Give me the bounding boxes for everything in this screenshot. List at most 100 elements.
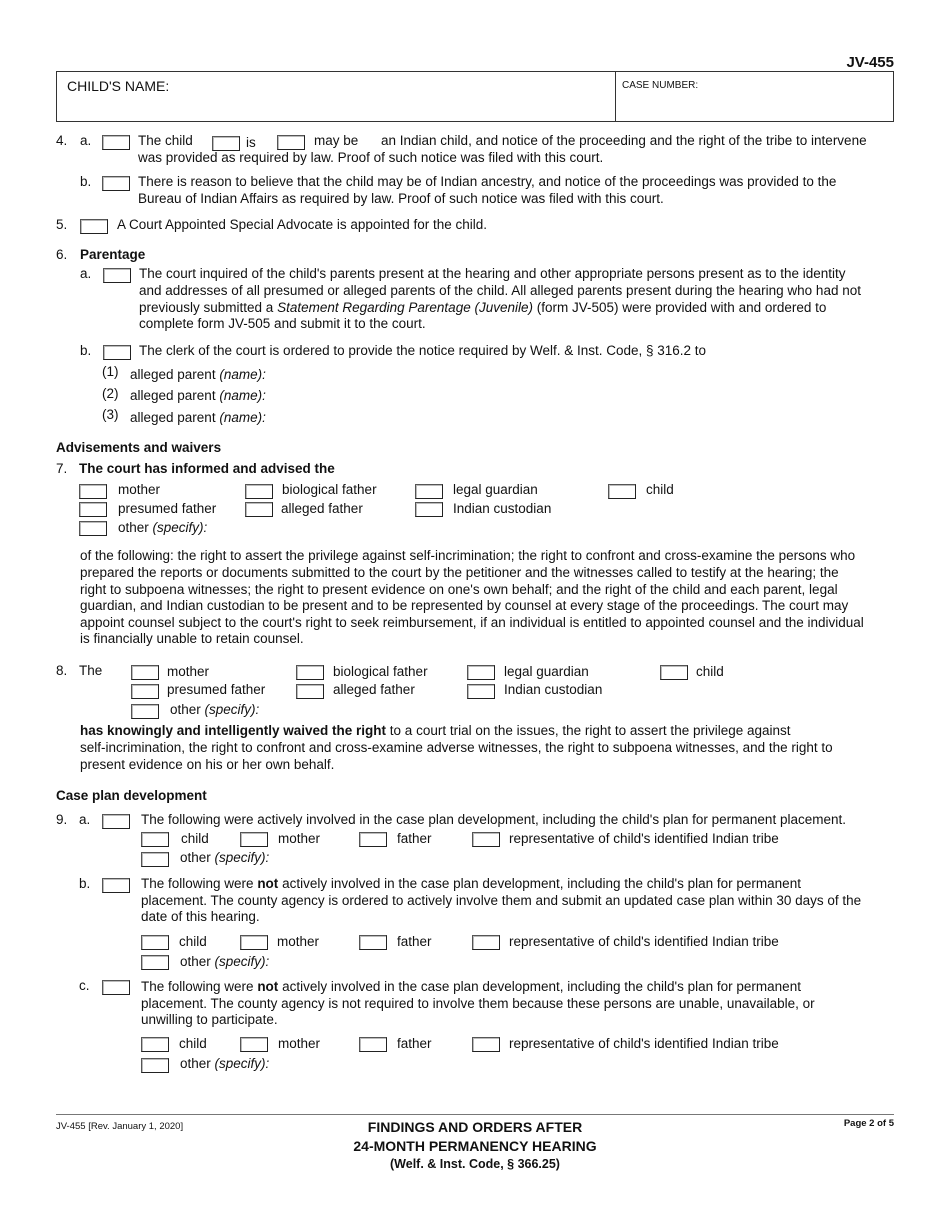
- item-8-number: 8.: [56, 663, 68, 678]
- item-9b-tribe-rep-checkbox[interactable]: [472, 935, 500, 950]
- item-8-alleged-father-checkbox[interactable]: [296, 684, 324, 699]
- other-hint: (specify):: [214, 954, 270, 969]
- item-9b-letter: b.: [79, 876, 91, 891]
- item-9a-father-label: father: [397, 831, 432, 846]
- item-9b-other-checkbox[interactable]: [141, 955, 169, 970]
- item-9b-other-label: other (specify):: [180, 954, 269, 970]
- item-9c-text-line3: unwilling to participate.: [141, 1012, 278, 1027]
- alleged-parent-3-field[interactable]: [275, 408, 890, 426]
- item-8-text-line3: present evidence on his or her own behal…: [80, 757, 335, 772]
- item-9a-letter: a.: [79, 812, 91, 827]
- item-8-presumed-father-checkbox[interactable]: [131, 684, 159, 699]
- item-4a-checkbox[interactable]: [102, 135, 130, 150]
- item-6-title: Parentage: [80, 247, 146, 262]
- item-9c-child-checkbox[interactable]: [141, 1037, 169, 1052]
- item-4a-is-label: is: [246, 135, 256, 150]
- item-6a-checkbox[interactable]: [103, 268, 131, 283]
- item-9a-other-checkbox[interactable]: [141, 852, 169, 867]
- alleged-parent-hint: (name):: [219, 410, 266, 425]
- item-7-legal-guardian-checkbox[interactable]: [415, 484, 443, 499]
- item-9c-tribe-rep-checkbox[interactable]: [472, 1037, 500, 1052]
- item-7-title: The court has informed and advised the: [79, 461, 335, 476]
- item-9b-line1-post: actively involved in the case plan devel…: [278, 876, 801, 891]
- item-9b-mother-checkbox[interactable]: [240, 935, 268, 950]
- item-7-indian-custodian-checkbox[interactable]: [415, 502, 443, 517]
- item-9a-text: The following were actively involved in …: [141, 812, 846, 827]
- item-8-legal-guardian-checkbox[interactable]: [467, 665, 495, 680]
- alleged-parent-2-number: (2): [102, 386, 119, 401]
- item-8-alleged-father-label: alleged father: [333, 682, 415, 697]
- item-9c-father-checkbox[interactable]: [359, 1037, 387, 1052]
- item-9b-checkbox[interactable]: [102, 878, 130, 893]
- item-9b-text-line3: date of this hearing.: [141, 909, 260, 924]
- item-7-biological-father-label: biological father: [282, 482, 377, 497]
- item-9a-mother-checkbox[interactable]: [240, 832, 268, 847]
- item-4b-letter: b.: [80, 174, 92, 189]
- item-8-child-checkbox[interactable]: [660, 665, 688, 680]
- item-7-paragraph-line3: right to subpoena witnesses; the right t…: [80, 582, 838, 597]
- item-9a-tribe-rep-checkbox[interactable]: [472, 832, 500, 847]
- item-7-presumed-father-checkbox[interactable]: [79, 502, 107, 517]
- alleged-parent-2-field[interactable]: [275, 386, 890, 404]
- item-7-alleged-father-checkbox[interactable]: [245, 502, 273, 517]
- other-label: other: [180, 850, 215, 865]
- item-9c-other-label: other (specify):: [180, 1056, 269, 1072]
- item-7-paragraph-line1: of the following: the right to assert th…: [80, 548, 856, 563]
- item-8-other-checkbox[interactable]: [131, 704, 159, 719]
- item-5-text: A Court Appointed Special Advocate is ap…: [117, 217, 487, 232]
- alleged-parent-1-label: alleged parent (name):: [130, 367, 266, 383]
- item-9c-checkbox[interactable]: [102, 980, 130, 995]
- item-4b-text-line2: Bureau of Indian Affairs as required by …: [138, 191, 664, 206]
- alleged-parent-1-field[interactable]: [275, 365, 890, 383]
- item-9a-checkbox[interactable]: [102, 814, 130, 829]
- item-7-legal-guardian-label: legal guardian: [453, 482, 538, 497]
- item-4a-text-line1: an Indian child, and notice of the proce…: [381, 133, 867, 148]
- alleged-parent-2-label: alleged parent (name):: [130, 388, 266, 404]
- item-9a-other-field[interactable]: [280, 848, 890, 866]
- item-9b-father-checkbox[interactable]: [359, 935, 387, 950]
- item-9c-other-checkbox[interactable]: [141, 1058, 169, 1073]
- form-id: JV-455: [846, 54, 894, 71]
- item-8-biological-father-checkbox[interactable]: [296, 665, 324, 680]
- item-8-text-line1: has knowingly and intelligently waived t…: [80, 723, 791, 739]
- item-9c-mother-checkbox[interactable]: [240, 1037, 268, 1052]
- item-7-mother-label: mother: [118, 482, 161, 497]
- item-9b-text-line2: placement. The county agency is ordered …: [141, 893, 862, 908]
- waiver-line1-rest: to a court trial on the issues, the righ…: [386, 723, 791, 738]
- case-number-field[interactable]: [616, 95, 892, 120]
- item-9c-line1-post: actively involved in the case plan devel…: [278, 979, 801, 994]
- case-number-label: CASE NUMBER:: [622, 80, 699, 91]
- item-7-alleged-father-label: alleged father: [281, 501, 363, 516]
- item-8-other-field[interactable]: [270, 700, 890, 718]
- item-4a-is-checkbox[interactable]: [212, 136, 240, 151]
- item-4a-may-be-checkbox[interactable]: [277, 135, 305, 150]
- item-9-number: 9.: [56, 812, 68, 827]
- item-9b-child-label: child: [179, 934, 207, 949]
- item-8-indian-custodian-checkbox[interactable]: [467, 684, 495, 699]
- item-7-other-checkbox[interactable]: [79, 521, 107, 536]
- other-hint: (specify):: [214, 850, 270, 865]
- item-8-mother-checkbox[interactable]: [131, 665, 159, 680]
- item-4b-checkbox[interactable]: [102, 176, 130, 191]
- item-9c-letter: c.: [79, 978, 90, 993]
- item-9b-text-line1: The following were not actively involved…: [141, 876, 801, 892]
- item-6a-letter: a.: [80, 266, 92, 281]
- item-9a-child-checkbox[interactable]: [141, 832, 169, 847]
- footer-title-line2: 24-MONTH PERMANENCY HEARING: [353, 1138, 597, 1154]
- item-9c-other-field[interactable]: [280, 1054, 890, 1072]
- item-9b-child-checkbox[interactable]: [141, 935, 169, 950]
- item-7-biological-father-checkbox[interactable]: [245, 484, 273, 499]
- alleged-parent-label: alleged parent: [130, 388, 220, 403]
- case-plan-heading: Case plan development: [56, 788, 207, 803]
- item-9c-child-label: child: [179, 1036, 207, 1051]
- item-6b-checkbox[interactable]: [103, 345, 131, 360]
- item-7-child-checkbox[interactable]: [608, 484, 636, 499]
- childs-name-field[interactable]: [57, 90, 612, 120]
- item-7-other-field[interactable]: [220, 518, 890, 536]
- item-9b-other-field[interactable]: [280, 952, 890, 970]
- item-9a-father-checkbox[interactable]: [359, 832, 387, 847]
- item-7-mother-checkbox[interactable]: [79, 484, 107, 499]
- item-8-other-label: other (specify):: [170, 702, 259, 718]
- item-4a-the-child: The child: [138, 133, 193, 148]
- item-5-checkbox[interactable]: [80, 219, 108, 234]
